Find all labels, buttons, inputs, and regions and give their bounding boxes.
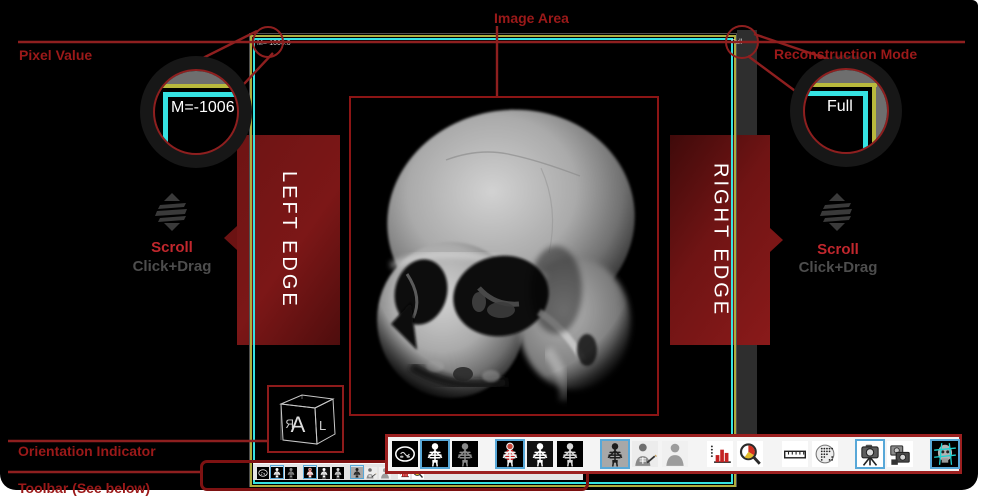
skeleton-soft-tissue-button[interactable]: [497, 441, 523, 467]
click-drag-hint-label: Click+Drag: [117, 258, 227, 275]
annotated-viewer-diagram: M=-1006.0 Full: [0, 0, 1000, 500]
stipple-render-button[interactable]: [812, 441, 838, 467]
skeleton-bright-icon: [527, 441, 553, 467]
pixel-value-annotation-label: Pixel Value: [19, 47, 92, 63]
scroll-layers-icon: [820, 193, 854, 231]
ruler-icon: [782, 441, 808, 467]
pixel-value-magnified-text: M=-1006: [171, 99, 235, 117]
magnified-yellow-border: [155, 84, 237, 88]
click-drag-hint-label: Click+Drag: [783, 259, 893, 276]
magnified-cyan-border: [163, 92, 168, 153]
magnified-cyan-border: [805, 91, 868, 96]
skeleton-red-icon: [497, 441, 523, 467]
person-skeleton-icon: [632, 441, 658, 467]
orientation-indicator-annotation-label: Orientation Indicator: [18, 443, 156, 459]
magnified-cyan-border: [863, 91, 868, 152]
skeleton-xray-button[interactable]: [527, 441, 553, 467]
measure-ruler-button[interactable]: [782, 441, 808, 467]
skeleton-gray-icon: [602, 441, 628, 467]
magnified-margin: [155, 71, 237, 84]
multi-snapshot-button[interactable]: [887, 441, 913, 467]
zoom-analysis-button[interactable]: [737, 441, 763, 467]
magnified-yellow-border: [805, 83, 877, 87]
mpr-skull-grid-button[interactable]: [932, 441, 958, 467]
skeleton-coronal-button[interactable]: [557, 441, 583, 467]
camera-icon: [857, 441, 883, 467]
skeleton-dark-icon: [452, 441, 478, 467]
recon-mode-magnified-text: Full: [827, 98, 853, 116]
recon-mode-callout-circle: [725, 25, 759, 59]
cameras-icon: [887, 441, 913, 467]
skeleton-posterior-button[interactable]: [452, 441, 478, 467]
skeleton-gray-button[interactable]: [602, 441, 628, 467]
magnified-margin: [876, 70, 887, 152]
reconstruction-mode-annotation-label: Reconstruction Mode: [774, 46, 917, 62]
scroll-hint-label: Scroll: [798, 241, 878, 258]
skin-skeleton-edit-button[interactable]: [632, 441, 658, 467]
recon-mode-magnifier-circle: Full: [803, 68, 889, 154]
skeleton-icon: [422, 441, 448, 467]
toolbar-magnified-panel: [385, 434, 962, 474]
scroll-hint-label: Scroll: [132, 239, 212, 256]
magnified-cyan-border: [163, 92, 237, 97]
image-area-annotation-label: Image Area: [494, 10, 569, 26]
pixel-value-magnifier-circle: M=-1006: [153, 69, 239, 155]
scroll-layers-icon: [155, 193, 189, 231]
skeleton-frontal-button[interactable]: [422, 441, 448, 467]
axial-view-button[interactable]: [392, 441, 418, 467]
toolbar-annotation-label: Toolbar (See below): [18, 480, 150, 496]
magnified-margin: [805, 70, 887, 83]
snapshot-camera-button[interactable]: [857, 441, 883, 467]
image-area-viewport[interactable]: [253, 38, 733, 484]
magnifier-icon: [737, 441, 763, 467]
sphere-icon: [812, 441, 838, 467]
magnified-yellow-border: [872, 83, 876, 152]
pixel-value-callout-circle: [252, 26, 284, 58]
histogram-icon: [707, 441, 733, 467]
ct-slice-icon: [392, 441, 418, 467]
skeleton-mid-icon: [557, 441, 583, 467]
skin-view-button[interactable]: [662, 441, 688, 467]
skull-grid-icon: [932, 441, 958, 467]
histogram-button[interactable]: [707, 441, 733, 467]
person-icon: [662, 441, 688, 467]
